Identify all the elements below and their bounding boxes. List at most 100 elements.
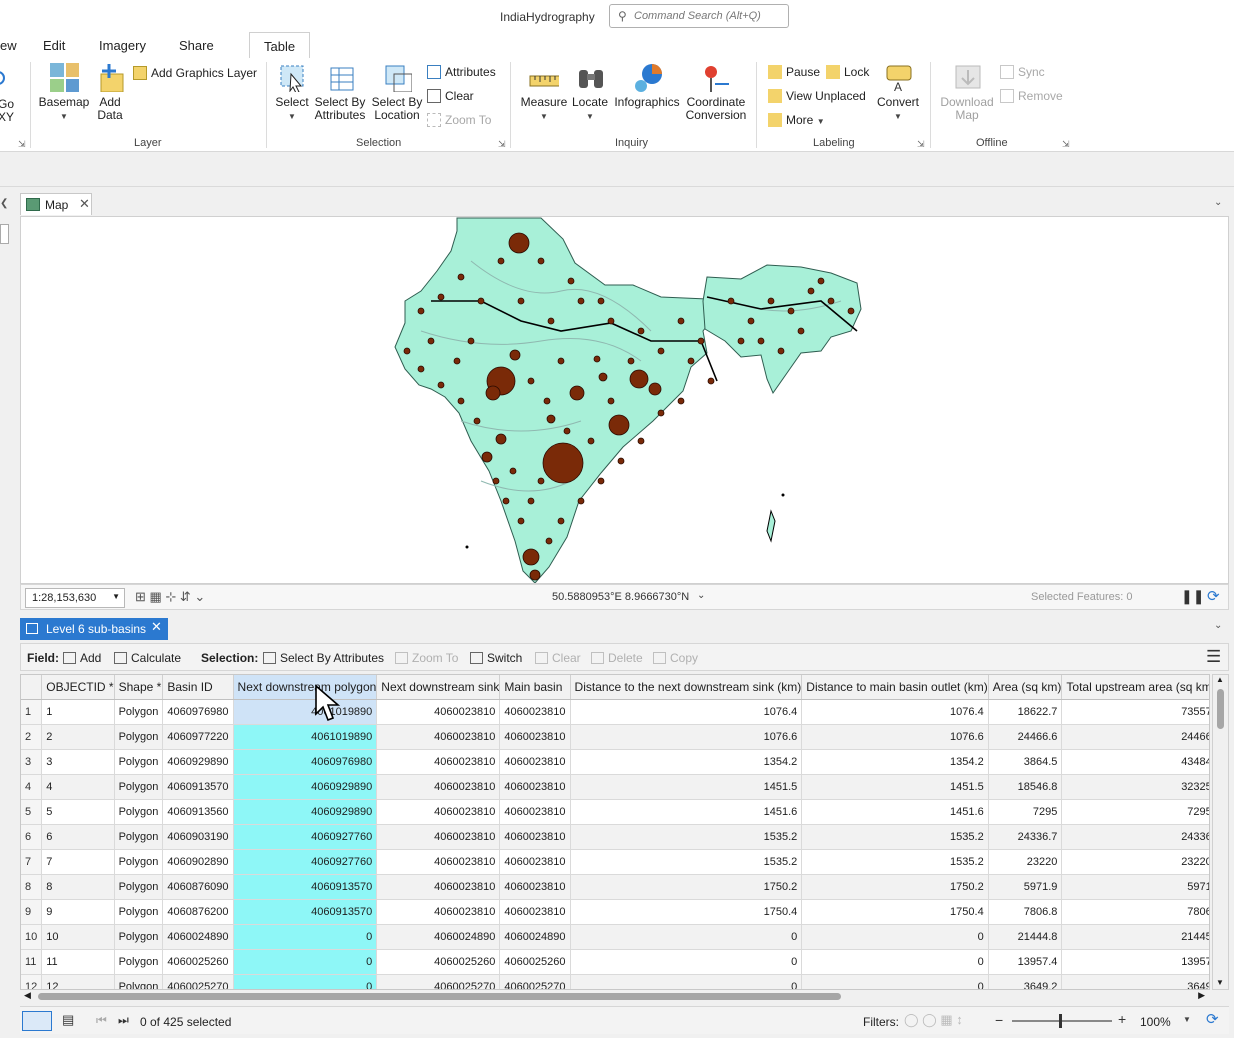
table-row[interactable]: 3 3 Polygon 4060929890 4060976980 4060023810 4… [21, 749, 1209, 775]
filter-icons[interactable]: ◯ ◯ ▦ ↕ [904, 1012, 963, 1028]
table-cell[interactable]: 4060023810 [499, 849, 571, 875]
refresh-icon[interactable]: ⟳ [1206, 1010, 1219, 1028]
select-all-corner[interactable] [21, 675, 43, 700]
map-canvas[interactable] [20, 216, 1229, 584]
scroll-thumb[interactable] [38, 993, 841, 1000]
table-cell[interactable]: 1535.2 [801, 824, 989, 850]
table-cell[interactable]: 10 [41, 924, 115, 950]
switch-selection-button[interactable]: Switch [470, 651, 522, 665]
table-cell[interactable]: 4061019890 [233, 724, 378, 750]
table-cell[interactable]: 7295 [988, 799, 1063, 825]
table-cell[interactable]: 5971 [1061, 874, 1209, 900]
last-page-icon[interactable]: ⏭ [118, 1013, 129, 1028]
map-tab[interactable]: Map ✕ [20, 193, 92, 215]
table-cell[interactable]: Polygon [114, 799, 164, 825]
table-cell[interactable]: 4060023810 [499, 824, 571, 850]
select-by-location-button[interactable]: Select By Location [370, 62, 424, 122]
table-cell[interactable]: 9 [41, 899, 115, 925]
table-cell[interactable]: 4060023810 [376, 799, 501, 825]
table-cell[interactable]: 4060024890 [499, 924, 571, 950]
pause-labeling-button[interactable]: Pause [768, 65, 820, 79]
table-cell[interactable]: Polygon [114, 774, 164, 800]
table-cell[interactable]: 1354.2 [570, 749, 803, 775]
table-cell[interactable]: 4060976980 [233, 749, 378, 775]
table-cell[interactable]: Polygon [114, 899, 164, 925]
row-header[interactable]: 4 [21, 774, 43, 800]
table-cell[interactable]: 4060023810 [376, 774, 501, 800]
table-cell[interactable]: 4060929890 [162, 749, 234, 775]
sync-button[interactable]: Sync [1000, 65, 1045, 79]
table-cell[interactable]: 24466 [1061, 724, 1209, 750]
column-header[interactable]: Next downstream sink [376, 675, 501, 700]
table-cell[interactable]: 2 [41, 724, 115, 750]
table-cell[interactable]: 4060913570 [233, 899, 378, 925]
table-cell[interactable]: 8 [41, 874, 115, 900]
table-cell[interactable]: 1451.5 [570, 774, 803, 800]
table-cell[interactable]: 1535.2 [570, 849, 803, 875]
table-tab[interactable]: Level 6 sub-basins ✕ [20, 618, 168, 640]
table-cell[interactable]: 1750.2 [801, 874, 989, 900]
table-menu-icon[interactable]: ☰ [1206, 647, 1221, 667]
table-cell[interactable]: 4060023810 [499, 874, 571, 900]
close-icon[interactable]: ✕ [151, 619, 162, 635]
table-cell[interactable]: 1076.4 [801, 699, 989, 725]
scroll-left-icon[interactable]: ◀ [24, 990, 31, 1001]
more-labeling-button[interactable]: More ▼ [768, 113, 825, 127]
table-cell[interactable]: 1451.5 [801, 774, 989, 800]
table-cell[interactable]: 1076.6 [570, 724, 803, 750]
table-cell[interactable]: 4060023810 [376, 699, 501, 725]
table-cell[interactable]: 1 [41, 699, 115, 725]
table-cell[interactable]: 4060977220 [162, 724, 234, 750]
table-cell[interactable]: 4060023810 [499, 749, 571, 775]
chevron-down-icon[interactable]: ⌄ [1214, 197, 1222, 208]
column-header[interactable]: Shape * [114, 675, 164, 700]
table-cell[interactable]: 4060913570 [162, 774, 234, 800]
table-cell[interactable]: 4060023810 [499, 699, 571, 725]
table-cell[interactable]: 24336 [1061, 824, 1209, 850]
close-icon[interactable]: ✕ [79, 196, 90, 212]
table-cell[interactable]: 1354.2 [801, 749, 989, 775]
labeling-launcher-icon[interactable]: ⇲ [917, 139, 925, 150]
infographics-button[interactable]: Infographics [612, 62, 682, 109]
tab-view[interactable]: ew [0, 38, 17, 53]
column-header[interactable]: Distance to the next downstream sink (km… [570, 675, 803, 700]
tab-edit[interactable]: Edit [43, 38, 65, 53]
table-cell[interactable]: 4060927760 [233, 849, 378, 875]
command-search[interactable]: ⚲ Command Search (Alt+Q) [609, 4, 789, 28]
row-header[interactable]: 7 [21, 849, 43, 875]
side-panel-tab[interactable] [0, 224, 9, 244]
table-cell[interactable]: 73557 [1061, 699, 1209, 725]
basemap-button[interactable]: Basemap ▼ [38, 62, 90, 123]
table-cell[interactable]: 7806.8 [988, 899, 1063, 925]
select-by-attributes-ribbon-button[interactable]: Select By Attributes [313, 62, 367, 122]
column-header[interactable]: Basin ID [162, 675, 234, 700]
table-cell[interactable]: 5 [41, 799, 115, 825]
select-button[interactable]: Select ▼ [272, 62, 312, 123]
table-cell[interactable]: 4060023810 [499, 799, 571, 825]
table-cell[interactable]: 4060929890 [233, 799, 378, 825]
table-cell[interactable]: 0 [233, 949, 378, 975]
column-header[interactable]: Area (sq km) [988, 675, 1063, 700]
lock-labels-button[interactable]: Lock [826, 65, 869, 79]
remove-button[interactable]: Remove [1000, 89, 1063, 103]
table-cell[interactable]: 4060023810 [376, 749, 501, 775]
table-cell[interactable]: 43484 [1061, 749, 1209, 775]
table-cell[interactable]: Polygon [114, 849, 164, 875]
column-header-selected[interactable]: Next downstream polygon [233, 675, 378, 700]
table-cell[interactable]: 4060025270 [162, 974, 234, 989]
table-cell[interactable]: Polygon [114, 749, 164, 775]
measure-button[interactable]: Measure ▼ [518, 62, 570, 123]
table-cell[interactable]: 4060025260 [499, 949, 571, 975]
offline-launcher-icon[interactable]: ⇲ [1062, 139, 1070, 150]
chevron-down-icon[interactable]: ⌄ [1214, 620, 1222, 631]
table-cell[interactable]: 4060023810 [376, 724, 501, 750]
table-row[interactable]: 11 11 Polygon 4060025260 0 4060025260 40600252… [21, 949, 1209, 975]
tab-share[interactable]: Share [179, 38, 214, 53]
column-header[interactable]: Main basin [499, 675, 571, 700]
table-cell[interactable]: 3649 [1061, 974, 1209, 989]
table-cell[interactable]: 23220 [988, 849, 1063, 875]
table-row[interactable]: 2 2 Polygon 4060977220 4061019890 4060023810 4… [21, 724, 1209, 750]
table-row[interactable]: 5 5 Polygon 4060913560 4060929890 4060023810 4… [21, 799, 1209, 825]
vertical-scrollbar[interactable]: ▲ ▼ [1212, 674, 1229, 990]
table-cell[interactable]: 4060023810 [376, 849, 501, 875]
